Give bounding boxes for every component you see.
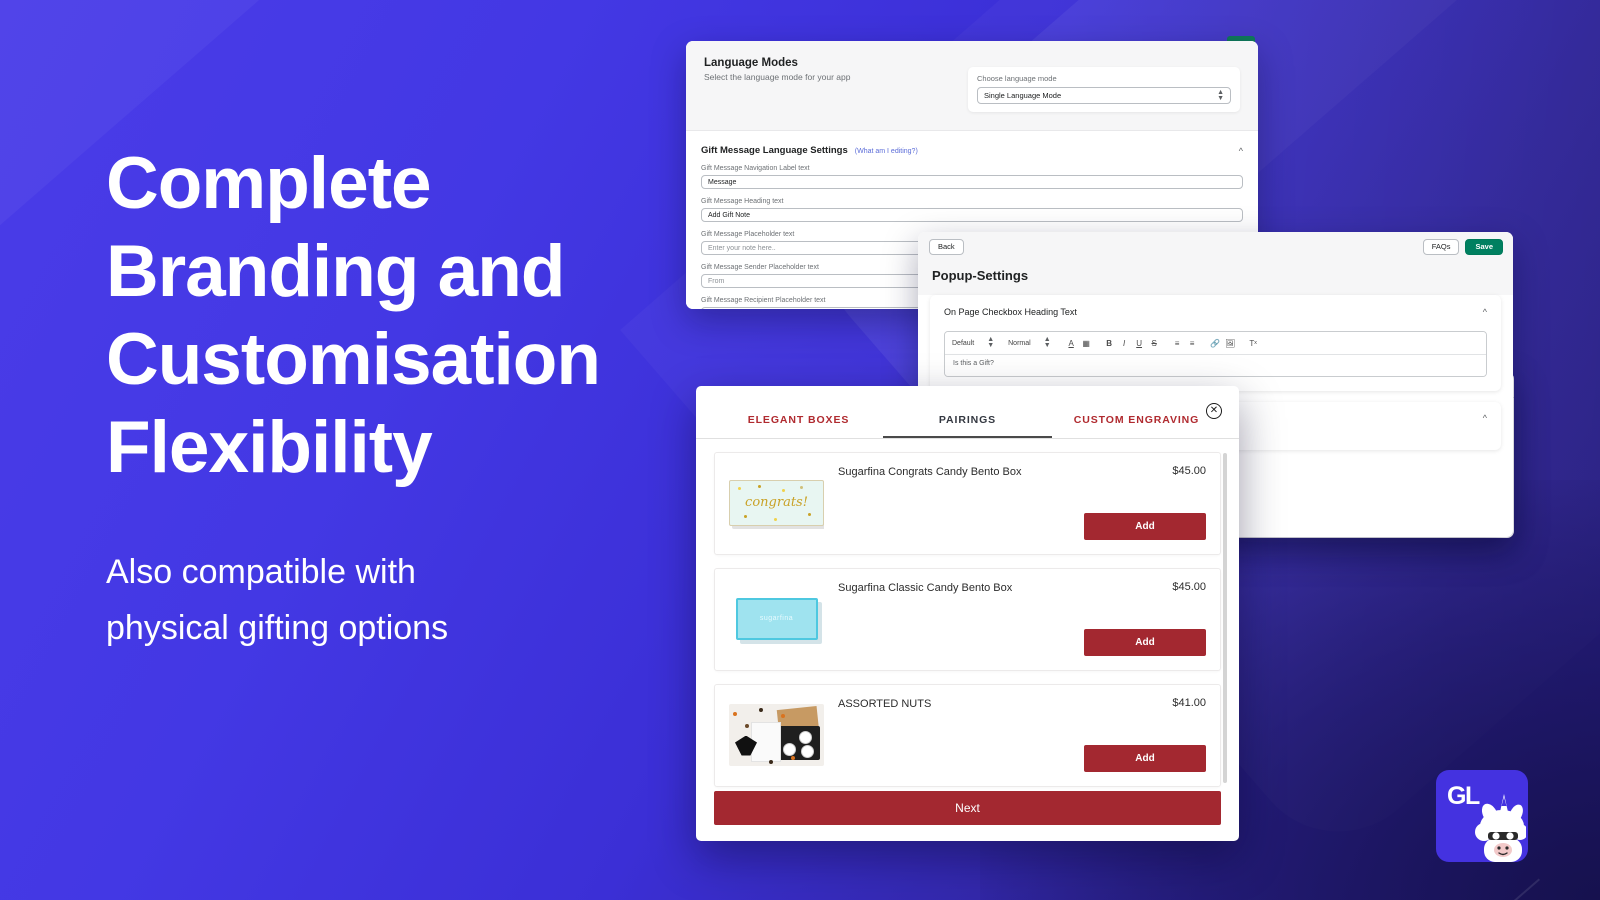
popup-settings-actions: FAQs Save	[1422, 238, 1503, 256]
highlight-icon[interactable]: ▦	[1080, 339, 1093, 348]
gift-message-section-header[interactable]: Gift Message Language Settings (What am …	[701, 145, 1243, 156]
save-button[interactable]: Save	[1465, 238, 1503, 256]
editor-color-group: A ▦	[1065, 339, 1093, 348]
strikethrough-icon[interactable]: S	[1148, 339, 1161, 348]
editor-font-select[interactable]: Default ▲ ▼	[952, 336, 995, 349]
product-name: Sugarfina Classic Candy Bento Box	[838, 582, 1013, 594]
chevron-up-icon[interactable]: ^	[1483, 307, 1487, 317]
what-am-i-editing-link[interactable]: (What am I editing?)	[855, 148, 918, 155]
product-price: $41.00	[1172, 697, 1206, 709]
editor-font-value: Default	[952, 339, 975, 347]
product-list: congrats! Sugarfina Congrats Candy Bento…	[696, 439, 1239, 791]
checkbox-heading-card-header[interactable]: On Page Checkbox Heading Text ^	[944, 307, 1487, 317]
product-list-item[interactable]: sugarfina Sugarfina Classic Candy Bento …	[714, 568, 1221, 671]
ordered-list-icon[interactable]: ≡	[1171, 339, 1184, 348]
product-detail: ASSORTED NUTS $41.00 Add	[838, 697, 1206, 772]
image-icon[interactable]: 🖼	[1224, 339, 1237, 348]
hero-headline: Complete Branding and Customisation Flex…	[106, 143, 601, 488]
checkbox-heading-card-title: On Page Checkbox Heading Text	[944, 307, 1077, 317]
hero-subcopy: Also compatible with physical gifting op…	[106, 553, 449, 647]
text-color-icon[interactable]: A	[1065, 339, 1078, 348]
field-heading-input[interactable]: Add Gift Note	[701, 208, 1243, 222]
sugarfina-box-text: sugarfina	[759, 615, 794, 622]
next-button[interactable]: Next	[714, 791, 1221, 825]
tab-elegant-boxes[interactable]: ELEGANT BOXES	[714, 414, 883, 438]
editor-size-select[interactable]: Normal ▲ ▼	[1008, 336, 1051, 349]
close-circle-icon[interactable]: ✕	[1206, 403, 1222, 419]
editor-format-group: B I U S	[1103, 339, 1161, 348]
bold-icon[interactable]: B	[1103, 339, 1116, 348]
field-nav-label-text: Gift Message Navigation Label text	[701, 165, 810, 172]
tab-custom-engraving[interactable]: CUSTOM ENGRAVING	[1052, 414, 1221, 438]
chevron-up-icon[interactable]: ^	[1239, 146, 1243, 156]
back-button[interactable]: Back	[929, 239, 964, 255]
language-mode-select-card: Choose language mode Single Language Mod…	[968, 67, 1240, 112]
chevron-updown-icon: ▲ ▼	[1043, 336, 1051, 349]
language-mode-select-value: Single Language Mode	[984, 91, 1062, 100]
product-picker-modal: ✕ ELEGANT BOXES PAIRINGS CUSTOM ENGRAVIN…	[696, 386, 1239, 841]
link-icon[interactable]: 🔗	[1209, 339, 1222, 348]
product-tab-bar: ELEGANT BOXES PAIRINGS CUSTOM ENGRAVING	[696, 386, 1239, 439]
product-thumbnail-congrats: congrats!	[729, 472, 824, 534]
checkbox-heading-card: On Page Checkbox Heading Text ^ Default …	[930, 295, 1501, 391]
field-nav-label-input[interactable]: Message	[701, 175, 1243, 189]
product-detail: Sugarfina Congrats Candy Bento Box $45.0…	[838, 465, 1206, 540]
rich-text-editor: Default ▲ ▼ Normal ▲ ▼ A ▦ B I U S ≡ ≡ 🔗…	[944, 331, 1487, 377]
chevron-up-icon[interactable]: ^	[1483, 413, 1487, 423]
field-nav-label: Gift Message Navigation Label text Messa…	[701, 165, 1243, 189]
editor-insert-group: 🔗 🖼	[1209, 339, 1237, 348]
product-title-row: Sugarfina Congrats Candy Bento Box $45.0…	[838, 465, 1206, 480]
chevron-updown-icon: ▲ ▼	[1217, 88, 1224, 102]
assorted-nuts-image	[729, 703, 824, 766]
field-heading-label-text: Gift Message Heading text	[701, 198, 784, 205]
product-modal-footer: Next	[696, 791, 1239, 841]
add-product-button[interactable]: Add	[1084, 629, 1206, 656]
add-product-button[interactable]: Add	[1084, 513, 1206, 540]
product-price: $45.00	[1172, 581, 1206, 593]
field-heading: Gift Message Heading text Add Gift Note	[701, 198, 1243, 222]
gift-message-section-title: Gift Message Language Settings	[701, 145, 848, 156]
add-product-button[interactable]: Add	[1084, 745, 1206, 772]
editor-size-value: Normal	[1008, 339, 1031, 347]
popup-settings-topbar: Back FAQs Save	[918, 232, 1513, 262]
chevron-updown-icon: ▲ ▼	[987, 336, 995, 349]
editor-content[interactable]: Is this a Gift?	[945, 355, 1486, 376]
underline-icon[interactable]: U	[1133, 339, 1146, 348]
congrats-box-image: congrats!	[729, 479, 824, 526]
language-mode-select[interactable]: Single Language Mode ▲ ▼	[977, 87, 1231, 104]
sugarfina-box-image: sugarfina	[735, 597, 818, 640]
tab-pairings[interactable]: PAIRINGS	[883, 414, 1052, 438]
clear-format-icon[interactable]: Tˣ	[1247, 339, 1260, 348]
product-detail: Sugarfina Classic Candy Bento Box $45.00…	[838, 581, 1206, 656]
italic-icon[interactable]: I	[1118, 339, 1131, 348]
llama-sunglasses-icon	[1475, 794, 1526, 862]
bullet-list-icon[interactable]: ≡	[1186, 339, 1199, 348]
faqs-button[interactable]: FAQs	[1422, 238, 1460, 256]
congrats-box-text: congrats!	[745, 495, 808, 510]
product-list-scrollbar[interactable]	[1223, 453, 1227, 783]
editor-list-group: ≡ ≡	[1171, 339, 1199, 348]
brand-logo: GL	[1436, 770, 1528, 862]
product-name: ASSORTED NUTS	[838, 698, 932, 710]
language-mode-select-label: Choose language mode	[977, 74, 1057, 83]
product-price: $45.00	[1172, 465, 1206, 477]
editor-clear-group: Tˣ	[1247, 339, 1260, 348]
product-thumbnail-sugarfina: sugarfina	[729, 588, 824, 650]
popup-settings-title-row: Popup-Settings	[918, 262, 1513, 295]
popup-settings-title: Popup-Settings	[932, 268, 1029, 283]
language-modes-header: Language Modes Select the language mode …	[686, 41, 1258, 131]
product-list-item[interactable]: ASSORTED NUTS $41.00 Add	[714, 684, 1221, 787]
hero-copy: Complete Branding and Customisation Flex…	[106, 140, 726, 656]
product-title-row: ASSORTED NUTS $41.00	[838, 697, 1206, 712]
editor-toolbar: Default ▲ ▼ Normal ▲ ▼ A ▦ B I U S ≡ ≡ 🔗…	[945, 332, 1486, 355]
product-title-row: Sugarfina Classic Candy Bento Box $45.00	[838, 581, 1206, 596]
product-thumbnail-nuts	[729, 703, 824, 766]
language-modes-title: Language Modes	[704, 57, 798, 69]
product-list-item[interactable]: congrats! Sugarfina Congrats Candy Bento…	[714, 452, 1221, 555]
language-modes-subtitle: Select the language mode for your app	[704, 72, 851, 82]
product-name: Sugarfina Congrats Candy Bento Box	[838, 466, 1022, 478]
